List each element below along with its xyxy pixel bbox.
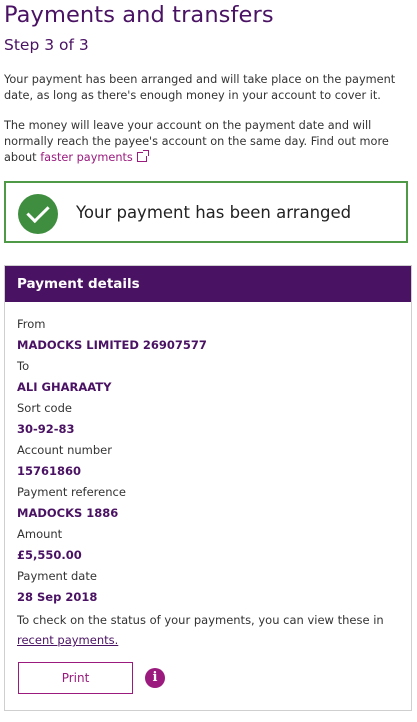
step-indicator: Step 3 of 3 xyxy=(4,36,89,54)
from-value: MADOCKS LIMITED 26907577 xyxy=(17,338,207,352)
account-number-label: Account number xyxy=(17,443,112,457)
recent-payments-link[interactable]: recent payments. xyxy=(17,633,118,647)
payment-details-header: Payment details xyxy=(5,266,411,302)
intro-text: Your payment has been arranged and will … xyxy=(4,73,396,102)
account-number-value: 15761860 xyxy=(17,464,82,478)
payment-date-label: Payment date xyxy=(17,569,97,583)
payment-date-value: 28 Sep 2018 xyxy=(17,590,98,604)
from-label: From xyxy=(17,317,46,331)
payment-details-list: From MADOCKS LIMITED 26907577 To ALI GHA… xyxy=(17,316,397,610)
external-link-icon xyxy=(136,150,149,162)
info-icon[interactable]: i xyxy=(145,668,165,688)
payment-reference-value: MADOCKS 1886 xyxy=(17,506,119,520)
faster-payments-link-label: faster payments xyxy=(40,151,133,164)
print-button[interactable]: Print xyxy=(18,662,133,694)
page-title: Payments and transfers xyxy=(4,2,274,28)
sort-code-value: 30-92-83 xyxy=(17,422,75,436)
to-value: ALI GHARAATY xyxy=(17,380,112,394)
faster-payments-link[interactable]: faster payments xyxy=(40,150,149,164)
amount-value: £5,550.00 xyxy=(17,548,82,562)
status-note-text: To check on the status of your payments,… xyxy=(17,613,384,627)
info-paragraph: The money will leave your account on the… xyxy=(4,118,412,166)
sort-code-label: Sort code xyxy=(17,401,72,415)
payment-details-card: Payment details From MADOCKS LIMITED 269… xyxy=(4,265,412,711)
payment-reference-label: Payment reference xyxy=(17,485,126,499)
to-label: To xyxy=(17,359,30,373)
amount-label: Amount xyxy=(17,527,63,541)
checkmark-icon xyxy=(18,194,58,234)
success-message: Your payment has been arranged xyxy=(76,203,352,222)
success-alert: Your payment has been arranged xyxy=(4,181,408,243)
status-note: To check on the status of your payments,… xyxy=(17,610,397,650)
